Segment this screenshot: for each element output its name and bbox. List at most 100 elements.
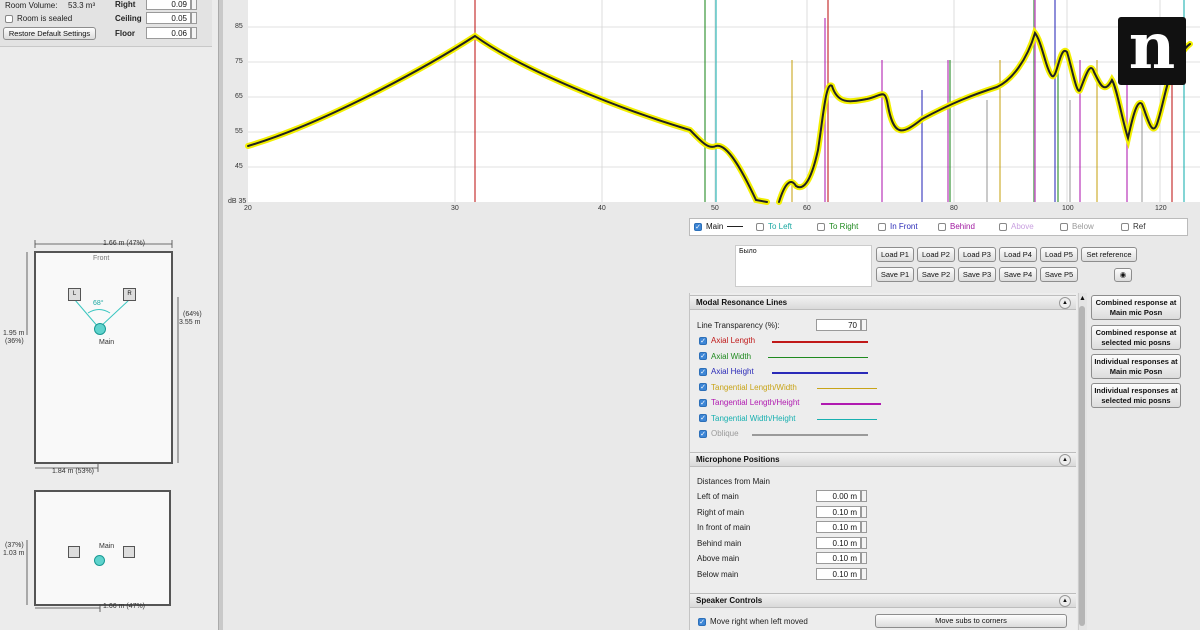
ceiling-label: Ceiling — [115, 14, 142, 23]
save-p1-button[interactable]: Save P1 — [876, 267, 914, 282]
checkbox-icon[interactable] — [878, 222, 886, 231]
legend-to-right[interactable]: To Right — [817, 222, 858, 231]
collapse-icon[interactable]: ▲ — [1059, 595, 1071, 607]
left-speaker-icon[interactable]: L — [68, 288, 81, 301]
checkbox-icon[interactable] — [1121, 222, 1129, 231]
floor-stepper[interactable] — [191, 27, 197, 39]
save-p5-button[interactable]: Save P5 — [1040, 267, 1078, 282]
individual-selected-button[interactable]: Individual responses at selected mic posn… — [1091, 383, 1181, 408]
frequency-response-graph[interactable] — [222, 0, 1200, 215]
modal-line-checkbox[interactable]: Axial Width — [699, 352, 751, 361]
modal-line-checkbox[interactable]: Axial Height — [699, 367, 754, 376]
checkbox-icon[interactable] — [699, 398, 707, 407]
room-plan-view[interactable] — [0, 235, 215, 475]
plan-right-dim-1: (64%) — [183, 311, 202, 318]
mic-distance-field[interactable]: 0.10 m — [816, 536, 861, 549]
legend-below[interactable]: Below — [1060, 222, 1094, 231]
x-tick-100: 100 — [1062, 205, 1074, 212]
checkbox-icon[interactable] — [699, 352, 707, 361]
reset-icon[interactable]: ◉ — [1114, 268, 1132, 282]
modal-panel-header[interactable]: Modal Resonance Lines — [690, 295, 1076, 310]
mic-distance-field[interactable]: 0.00 m — [816, 490, 861, 502]
save-p2-button[interactable]: Save P2 — [917, 267, 955, 282]
checkbox-icon[interactable] — [938, 222, 946, 231]
legend-behind-label: Behind — [950, 222, 975, 231]
speaker-panel-header[interactable]: Speaker Controls — [690, 593, 1076, 608]
load-p2-button[interactable]: Load P2 — [917, 247, 955, 262]
legend-to-left[interactable]: To Left — [756, 222, 792, 231]
mic-distance-field[interactable]: 0.10 m — [816, 568, 861, 580]
scrollbar-thumb[interactable] — [1079, 306, 1085, 626]
mic-distance-stepper[interactable] — [861, 536, 867, 549]
mic-distance-stepper[interactable] — [861, 568, 867, 580]
modal-line-checkbox[interactable]: Tangential Length/Height — [699, 398, 800, 407]
legend-behind[interactable]: Behind — [938, 222, 975, 231]
transparency-stepper[interactable] — [861, 319, 867, 331]
mic-distance-field[interactable]: 0.10 m — [816, 505, 861, 518]
room-volume-label: Room Volume: — [5, 1, 58, 10]
modal-line-label: Tangential Length/Height — [711, 398, 800, 407]
collapse-icon[interactable]: ▲ — [1059, 454, 1071, 466]
mic-distance-stepper[interactable] — [861, 521, 867, 534]
legend-ref[interactable]: Ref — [1121, 222, 1145, 231]
load-p5-button[interactable]: Load P5 — [1040, 247, 1078, 262]
individual-main-button[interactable]: Individual responses at Main mic Posn — [1091, 354, 1181, 379]
save-p4-button[interactable]: Save P4 — [999, 267, 1037, 282]
mic-distance-stepper[interactable] — [861, 490, 867, 502]
collapse-icon[interactable]: ▲ — [1059, 297, 1071, 309]
checkbox-icon[interactable] — [699, 367, 707, 376]
checkbox-icon[interactable] — [699, 414, 707, 423]
mic-distance-field[interactable]: 0.10 m — [816, 521, 861, 534]
right-stepper[interactable] — [191, 0, 197, 10]
mic-subtitle: Distances from Main — [697, 477, 770, 486]
mic-distance-stepper[interactable] — [861, 552, 867, 565]
load-p1-button[interactable]: Load P1 — [876, 247, 914, 262]
right-absorption-field[interactable]: 0.09 — [146, 0, 191, 10]
modal-line-checkbox[interactable]: Tangential Length/Width — [699, 383, 797, 392]
mic-panel-header[interactable]: Microphone Positions — [690, 452, 1076, 467]
notes-textarea[interactable]: Было — [735, 245, 872, 287]
modal-line-label: Oblique — [711, 429, 739, 438]
checkbox-icon[interactable] — [756, 222, 764, 231]
scroll-up-arrow-icon[interactable]: ▲ — [1079, 295, 1086, 302]
floor-absorption-field[interactable]: 0.06 — [146, 27, 191, 39]
set-reference-button[interactable]: Set reference — [1081, 247, 1137, 262]
combined-main-button[interactable]: Combined response at Main mic Posn — [1091, 295, 1181, 320]
individual-selected-line2: selected mic posns — [1101, 396, 1171, 405]
save-p3-button[interactable]: Save P3 — [958, 267, 996, 282]
room-sealed-checkbox[interactable]: Room is sealed — [5, 14, 72, 23]
restore-defaults-button[interactable]: Restore Default Settings — [3, 27, 96, 40]
legend-main[interactable]: Main — [694, 222, 744, 231]
side-right-speaker-icon[interactable] — [123, 546, 135, 558]
side-left-speaker-icon[interactable] — [68, 546, 80, 558]
checkbox-icon[interactable] — [699, 429, 707, 438]
move-right-checkbox[interactable]: Move right when left moved — [698, 617, 808, 626]
mic-distance-stepper[interactable] — [861, 505, 867, 518]
checkbox-icon[interactable] — [698, 617, 706, 626]
legend-in-front[interactable]: In Front — [878, 222, 918, 231]
checkbox-icon[interactable] — [699, 383, 707, 392]
load-p4-button[interactable]: Load P4 — [999, 247, 1037, 262]
legend-above[interactable]: Above — [999, 222, 1034, 231]
checkbox-icon[interactable] — [694, 222, 702, 231]
side-mic-icon[interactable] — [94, 555, 105, 566]
ceiling-stepper[interactable] — [191, 12, 197, 24]
mic-distance-field[interactable]: 0.10 m — [816, 552, 861, 565]
checkbox-icon[interactable] — [5, 14, 13, 23]
checkbox-icon[interactable] — [1060, 222, 1068, 231]
modal-line-checkbox[interactable]: Axial Length — [699, 336, 755, 345]
x-tick-120: 120 — [1155, 205, 1167, 212]
checkbox-icon[interactable] — [817, 222, 825, 231]
checkbox-icon[interactable] — [699, 336, 707, 345]
move-subs-button[interactable]: Move subs to corners — [875, 614, 1067, 628]
load-p3-button[interactable]: Load P3 — [958, 247, 996, 262]
modal-line-checkbox[interactable]: Oblique — [699, 429, 739, 438]
ceiling-absorption-field[interactable]: 0.05 — [146, 12, 191, 24]
checkbox-icon[interactable] — [999, 222, 1007, 231]
transparency-field[interactable]: 70 — [816, 319, 861, 331]
combined-selected-button[interactable]: Combined response at selected mic posns — [1091, 325, 1181, 350]
main-mic-icon[interactable] — [94, 323, 106, 335]
modal-line-checkbox[interactable]: Tangential Width/Height — [699, 414, 796, 423]
combined-selected-line2: selected mic posns — [1101, 338, 1171, 347]
right-speaker-icon[interactable]: R — [123, 288, 136, 301]
